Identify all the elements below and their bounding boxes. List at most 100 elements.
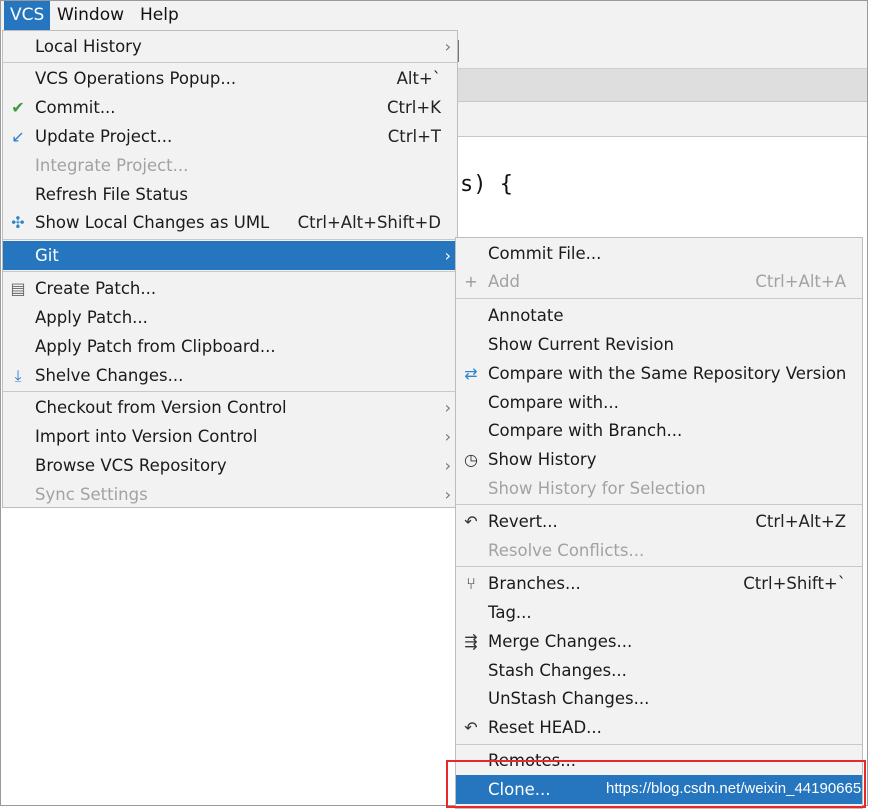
tab-divider	[458, 40, 459, 62]
menu-item-shelve-changes[interactable]: ⤓ Shelve Changes...	[3, 361, 457, 390]
menu-item-show-history-for-selection: Show History for Selection	[456, 474, 862, 503]
patch-icon: ▤	[10, 279, 26, 298]
menu-vcs[interactable]: VCS	[4, 1, 51, 30]
menu-item-label: Local History	[35, 37, 142, 56]
shortcut-label: Ctrl+T	[387, 127, 441, 146]
menu-item-label: Checkout from Version Control	[35, 398, 287, 417]
menu-item-label: Show Local Changes as UML	[35, 213, 270, 232]
merge-icon: ⇶	[464, 632, 478, 651]
menu-separator	[456, 504, 862, 505]
chevron-right-icon: ›	[444, 246, 451, 265]
menu-item-reset-head[interactable]: ↶ Reset HEAD...	[456, 713, 862, 742]
menu-item-label: Apply Patch from Clipboard...	[35, 337, 276, 356]
menu-window[interactable]: Window	[51, 1, 130, 30]
chevron-right-icon: ›	[444, 37, 451, 56]
menu-item-vcs-operations-popup[interactable]: VCS Operations Popup... Alt+`	[3, 64, 457, 93]
menu-item-label: Merge Changes...	[488, 632, 633, 651]
menu-item-label: Compare with the Same Repository Version	[488, 364, 847, 383]
shortcut-label: Ctrl+Shift+`	[743, 574, 846, 593]
menu-item-label: Reset HEAD...	[488, 718, 602, 737]
menu-item-compare-with-the-same-repository-version[interactable]: ⇄ Compare with the Same Repository Versio…	[456, 359, 862, 388]
menu-item-label: Show Current Revision	[488, 335, 674, 354]
uml-icon: ✣	[11, 213, 25, 232]
chevron-right-icon: ›	[444, 427, 451, 446]
menu-item-git[interactable]: Git ›	[3, 241, 457, 270]
menu-item-apply-patch-from-clipboard[interactable]: Apply Patch from Clipboard...	[3, 332, 457, 361]
menu-item-label: Create Patch...	[35, 279, 157, 298]
menu-item-local-history[interactable]: Local History ›	[3, 32, 457, 61]
menu-item-apply-patch[interactable]: Apply Patch...	[3, 303, 457, 332]
menu-item-label: Branches...	[488, 574, 581, 593]
editor-code-text: s) {	[460, 172, 513, 197]
menu-item-label: VCS Operations Popup...	[35, 69, 237, 88]
chevron-right-icon: ›	[444, 456, 451, 475]
menu-item-label: Show History	[488, 450, 597, 469]
shortcut-label: Ctrl+Alt+Z	[755, 512, 846, 531]
menu-item-label: Resolve Conflicts...	[488, 541, 645, 560]
editor-tab-bar	[455, 30, 867, 69]
menu-item-label: Commit...	[35, 98, 116, 117]
menu-item-label: Browse VCS Repository	[35, 456, 227, 475]
menu-item-label: Stash Changes...	[488, 661, 627, 680]
git-submenu: Commit File... + Add Ctrl+Alt+A Annotate Show…	[455, 237, 863, 809]
menu-item-show-local-changes-as-uml[interactable]: ✣ Show Local Changes as UML Ctrl+Alt+Shift…	[3, 208, 457, 237]
shortcut-label: Ctrl+Alt+A	[755, 272, 846, 291]
menu-item-label: Refresh File Status	[35, 185, 188, 204]
menu-item-show-current-revision[interactable]: Show Current Revision	[456, 330, 862, 359]
menu-item-label: Compare with...	[488, 393, 619, 412]
menu-item-update-project[interactable]: ↙ Update Project... Ctrl+T	[3, 122, 457, 151]
menu-item-resolve-conflicts: Resolve Conflicts...	[456, 536, 862, 565]
menu-item-label: Annotate	[488, 306, 564, 325]
menu-item-label: Show History for Selection	[488, 479, 706, 498]
menu-item-sync-settings: Sync Settings ›	[3, 480, 457, 509]
chevron-right-icon: ›	[444, 485, 451, 504]
editor-toolbar	[455, 69, 867, 102]
menu-item-branches[interactable]: ⑂ Branches... Ctrl+Shift+`	[456, 569, 862, 598]
menu-item-annotate[interactable]: Annotate	[456, 301, 862, 330]
menu-separator	[3, 391, 457, 392]
revert-icon: ↶	[464, 512, 478, 531]
vcs-menu: Local History › VCS Operations Popup... Alt…	[2, 30, 458, 508]
menu-help[interactable]: Help	[134, 1, 185, 30]
menu-item-label: Apply Patch...	[35, 308, 148, 327]
menu-separator	[456, 566, 862, 567]
menu-separator	[456, 744, 862, 745]
menu-item-compare-with[interactable]: Compare with...	[456, 388, 862, 417]
clock-icon: ◷	[464, 450, 478, 469]
menu-item-checkout-from-version-control[interactable]: Checkout from Version Control ›	[3, 393, 457, 422]
menu-separator	[3, 62, 457, 63]
check-icon: ✔	[11, 98, 25, 117]
update-arrow-icon: ↙	[11, 127, 25, 146]
menu-item-refresh-file-status[interactable]: Refresh File Status	[3, 180, 457, 209]
menu-item-commit[interactable]: ✔ Commit... Ctrl+K	[3, 93, 457, 122]
menu-item-label: Sync Settings	[35, 485, 148, 504]
menu-item-label: Commit File...	[488, 244, 602, 263]
menu-item-unstash-changes[interactable]: UnStash Changes...	[456, 684, 862, 713]
menu-item-tag[interactable]: Tag...	[456, 598, 862, 627]
branch-icon: ⑂	[466, 574, 476, 593]
menu-item-commit-file[interactable]: Commit File...	[456, 239, 862, 268]
menu-item-browse-vcs-repository[interactable]: Browse VCS Repository ›	[3, 451, 457, 480]
menu-item-label: Revert...	[488, 512, 558, 531]
menu-item-label: UnStash Changes...	[488, 689, 650, 708]
menu-item-import-into-version-control[interactable]: Import into Version Control ›	[3, 422, 457, 451]
plus-icon: +	[464, 272, 478, 291]
shortcut-label: Ctrl+K	[386, 98, 441, 117]
menu-item-create-patch[interactable]: ▤ Create Patch...	[3, 274, 457, 303]
menu-item-compare-with-branch[interactable]: Compare with Branch...	[456, 416, 862, 445]
menu-separator	[3, 271, 457, 272]
menu-item-show-history[interactable]: ◷ Show History	[456, 445, 862, 474]
menu-item-stash-changes[interactable]: Stash Changes...	[456, 656, 862, 685]
editor-breadcrumb-bar	[455, 102, 867, 137]
menu-separator	[456, 298, 862, 299]
menu-item-merge-changes[interactable]: ⇶ Merge Changes...	[456, 627, 862, 656]
menu-item-revert[interactable]: ↶ Revert... Ctrl+Alt+Z	[456, 507, 862, 536]
menu-item-label: Tag...	[488, 603, 532, 622]
reset-icon: ↶	[464, 718, 478, 737]
compare-icon: ⇄	[464, 364, 478, 383]
menu-item-label: Integrate Project...	[35, 156, 189, 175]
menu-item-label: Git	[35, 246, 59, 265]
menu-item-label: Compare with Branch...	[488, 421, 683, 440]
menu-item-add: + Add Ctrl+Alt+A	[456, 267, 862, 296]
shelve-icon: ⤓	[14, 366, 22, 385]
